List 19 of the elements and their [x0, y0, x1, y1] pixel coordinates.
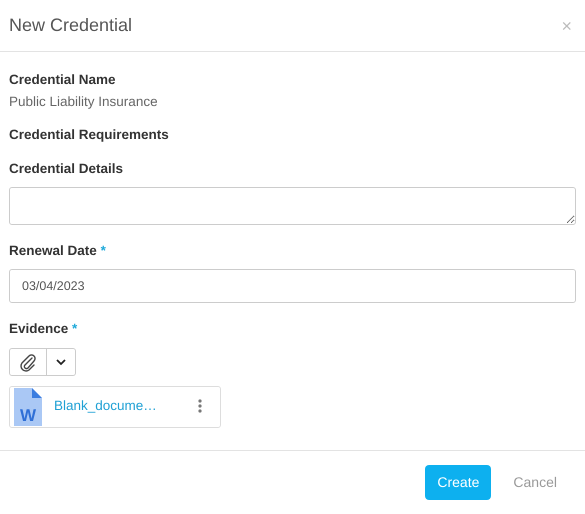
field-label: Credential Details	[9, 160, 124, 178]
field-label: Renewal Date *	[9, 242, 107, 260]
more-icon	[198, 399, 202, 414]
caret-icon	[55, 358, 67, 366]
paperclip-icon	[18, 352, 38, 372]
attach-button[interactable]	[9, 348, 47, 376]
file-link[interactable]: Blank_docume…	[54, 396, 198, 417]
cancel-button[interactable]: Cancel	[505, 472, 565, 493]
create-button[interactable]: Create	[425, 465, 492, 500]
field-value: Public Liability Insurance	[9, 93, 159, 112]
dialog-title: New Credential	[9, 14, 132, 36]
close-button[interactable]: ×	[557, 16, 576, 34]
field-label: Credential Name	[9, 71, 117, 89]
details-field[interactable]	[9, 187, 576, 225]
field-label: Evidence *	[9, 320, 78, 338]
date-field[interactable]: 03/04/2023	[9, 269, 576, 304]
dropdown-button[interactable]	[47, 348, 76, 376]
field-label: Credential Requirements	[9, 126, 170, 144]
document-icon: W	[14, 388, 42, 426]
